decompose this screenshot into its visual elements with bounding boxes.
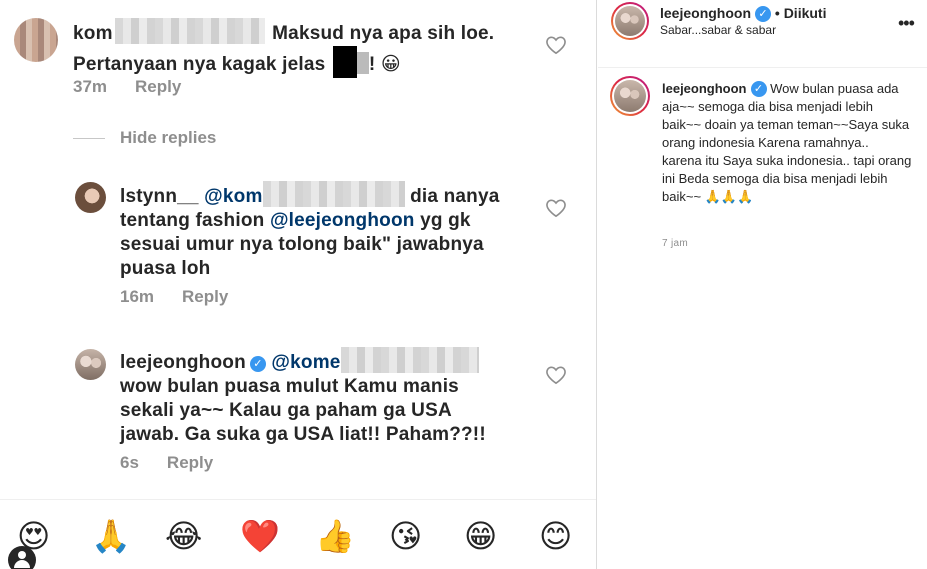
quick-emoji-bar: 😍 🙏 😂 ❤️ 👍 😘 😁 😊 (0, 499, 596, 569)
smiling-emoji-button[interactable]: 😊 (539, 518, 572, 554)
blurred-username (340, 347, 479, 373)
reply-1-mention-2[interactable]: @leejeonghoon (270, 210, 415, 231)
verified-badge-icon: ✓ (750, 81, 767, 97)
reply-avatar-lstynn[interactable] (75, 182, 106, 213)
hide-replies-button[interactable]: Hide replies (120, 128, 216, 148)
reply-1-text: lstynn__ @kom dia nanya tentang fashion … (120, 181, 540, 281)
reply-2-meta: 6s Reply (120, 453, 213, 473)
reply-avatar-leejeonghoon[interactable] (75, 349, 106, 380)
post-author-avatar[interactable] (611, 2, 649, 40)
post-header: leejeonghoon ✓ • Diikuti Sabar...sabar & … (598, 0, 927, 68)
reply-button[interactable]: Reply (182, 287, 228, 306)
reply-button[interactable]: Reply (135, 77, 181, 96)
hide-replies-line (73, 138, 105, 139)
grin-emoji: 😀 (380, 53, 401, 75)
comment-username[interactable]: kom (73, 23, 113, 44)
grinning-emoji-button[interactable]: 😁 (464, 518, 497, 554)
post-author-username[interactable]: leejeonghoon (660, 5, 751, 21)
caption-text: Wow bulan puasa ada aja~~ semoga dia bis… (662, 81, 912, 204)
reply-1-mention[interactable]: @kom (204, 186, 262, 207)
thumbs-up-emoji-button[interactable]: 👍 (315, 518, 355, 554)
reply-2-text: leejeonghoon ✓ @kome wow bulan puasa mulu… (120, 347, 540, 447)
comment-time: 37m (73, 77, 108, 96)
comments-panel: kom Maksud nya apa sih loe. Pertanyaan n… (0, 0, 597, 569)
post-caption: leejeonghoon ✓ Wow bulan puasa ada aja~~ … (662, 80, 912, 206)
main-comment-meta: 37m Reply (73, 77, 181, 97)
reply-1-meta: 16m Reply (120, 287, 228, 307)
tears-of-joy-emoji-button[interactable]: 😂 (165, 518, 202, 554)
reply-2-mention[interactable]: @kome (271, 352, 340, 373)
blowing-kiss-emoji-button[interactable]: 😘 (389, 518, 422, 554)
praying-hands-emoji-button[interactable]: 🙏 (91, 518, 131, 554)
main-comment-text: kom Maksud nya apa sih loe. Pertanyaan n… (73, 18, 543, 78)
blurred-username (114, 18, 265, 44)
caption-author-avatar[interactable] (610, 76, 650, 116)
reply-1-time: 16m (120, 287, 155, 306)
verified-badge-icon: ✓ (249, 356, 266, 372)
commenter-avatar[interactable] (14, 18, 58, 62)
like-heart-icon[interactable] (545, 198, 567, 218)
like-heart-icon[interactable] (545, 35, 567, 55)
more-options-icon[interactable]: ••• (898, 13, 915, 34)
post-header-user: leejeonghoon ✓ • Diikuti (660, 5, 826, 22)
post-location-subtitle[interactable]: Sabar...sabar & sabar (660, 23, 776, 37)
reply-button[interactable]: Reply (167, 453, 213, 472)
blurred-username (262, 181, 405, 207)
separator-dot: • (774, 5, 780, 21)
red-heart-emoji-button[interactable]: ❤️ (240, 518, 280, 554)
like-heart-icon[interactable] (545, 365, 567, 385)
follow-status-button[interactable]: Diikuti (784, 5, 827, 21)
reply-2-time: 6s (120, 453, 139, 472)
reply-2-username[interactable]: leejeonghoon (120, 352, 246, 373)
verified-badge-icon: ✓ (755, 6, 771, 22)
redaction-block (332, 46, 357, 78)
reply-1-username[interactable]: lstynn__ (120, 186, 199, 207)
caption-username[interactable]: leejeonghoon (662, 81, 747, 96)
user-profile-icon[interactable] (8, 546, 36, 569)
post-timestamp: 7 jam (662, 238, 688, 249)
post-panel: leejeonghoon ✓ • Diikuti Sabar...sabar & … (598, 0, 927, 569)
